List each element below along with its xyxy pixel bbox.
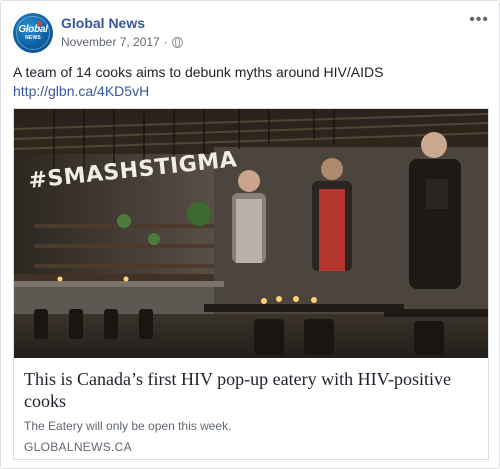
link-title[interactable]: This is Canada’s first HIV pop-up eatery… <box>24 368 478 412</box>
link-domain: GLOBALNEWS.CA <box>24 440 132 454</box>
meta-separator: · <box>163 35 168 49</box>
post-card: Global NEWS Global News November 7, 2017… <box>0 0 500 469</box>
more-options-icon[interactable]: ••• <box>469 12 489 28</box>
post-caption: A team of 14 cooks aims to debunk myths … <box>13 63 489 101</box>
attachment-image[interactable]: #SMASHSTIGMA <box>14 109 488 358</box>
post-header: Global NEWS Global News November 7, 2017… <box>13 12 489 53</box>
page-name-link[interactable]: Global News <box>61 15 145 31</box>
avatar-logo-text: Global <box>18 24 48 35</box>
post-meta: November 7, 2017 · <box>61 35 183 49</box>
post-date-link[interactable]: November 7, 2017 <box>61 35 160 49</box>
link-attachment[interactable]: #SMASHSTIGMA This is Canada’s first HIV … <box>13 108 489 460</box>
link-preview-info[interactable]: This is Canada’s first HIV pop-up eatery… <box>14 358 488 459</box>
link-description: The Eatery will only be open this week. <box>24 419 232 433</box>
avatar[interactable]: Global NEWS <box>13 13 53 53</box>
globe-icon[interactable] <box>171 36 183 48</box>
restaurant-photo <box>14 109 488 358</box>
caption-text: A team of 14 cooks aims to debunk myths … <box>13 64 384 80</box>
caption-link[interactable]: http://glbn.ca/4KD5vH <box>13 82 489 101</box>
avatar-logo-sub: NEWS <box>25 35 41 41</box>
